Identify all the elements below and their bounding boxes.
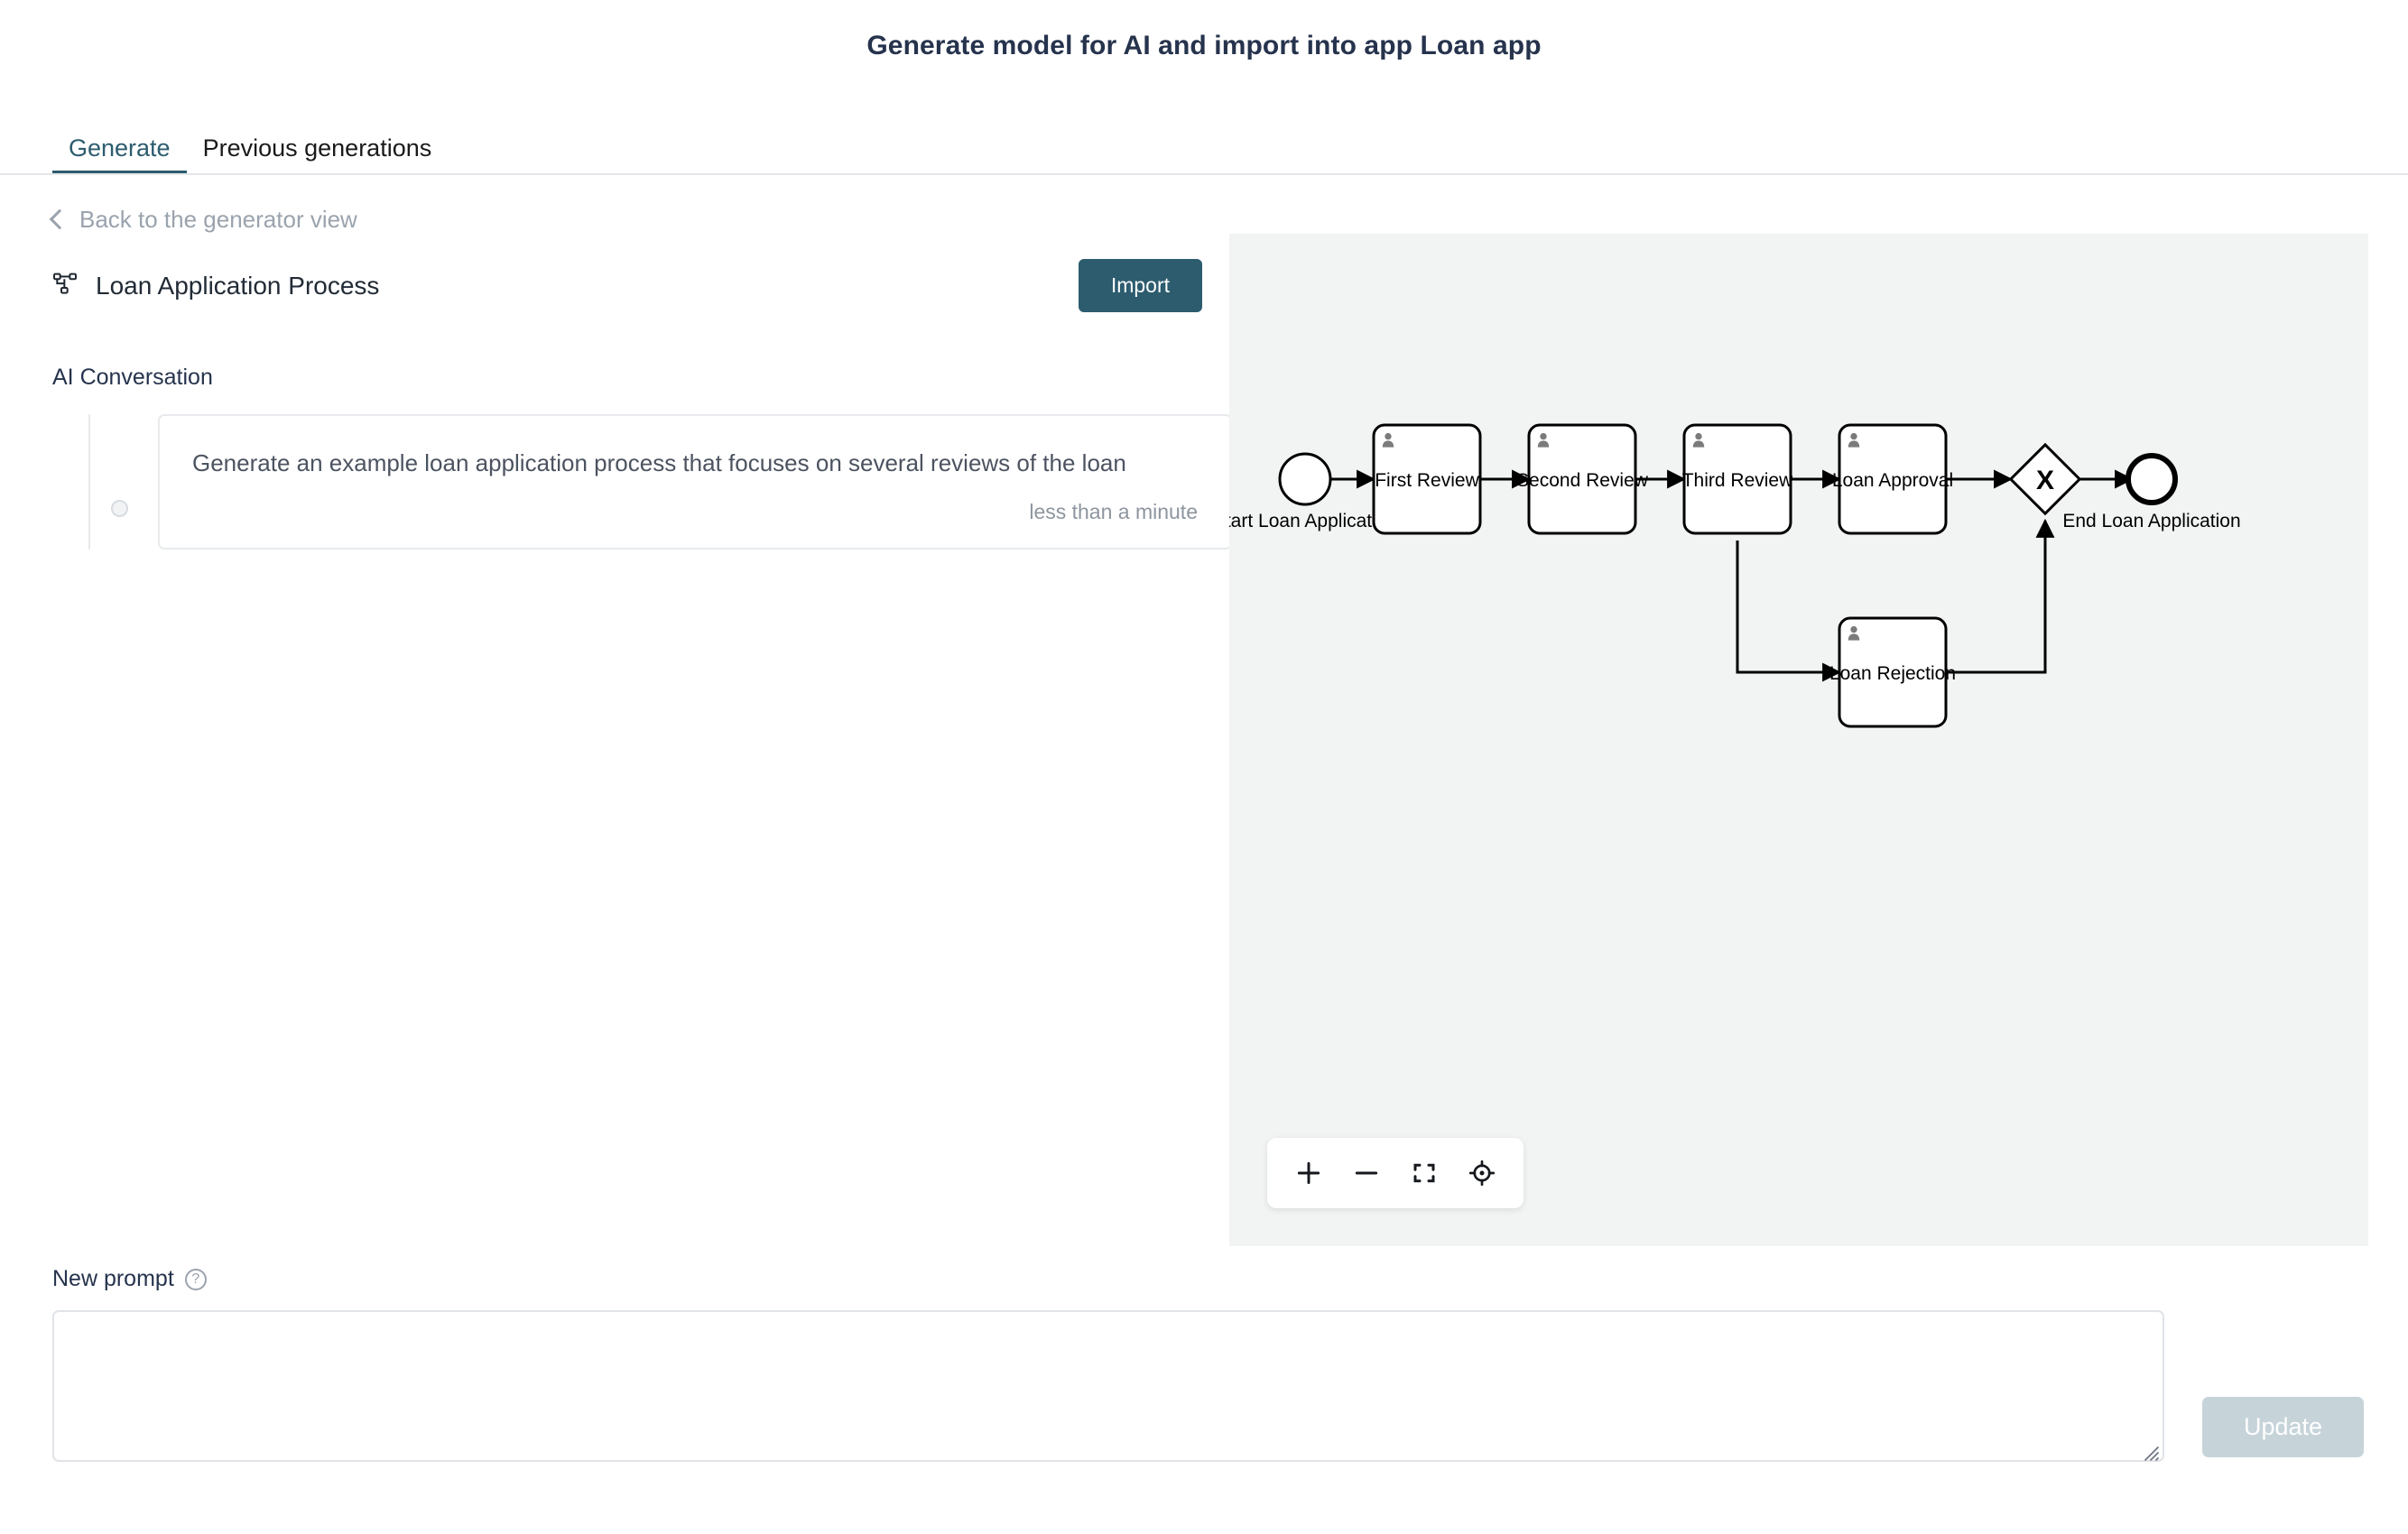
exclusive-gateway-node[interactable]: X (2011, 445, 2079, 513)
update-button[interactable]: Update (2202, 1397, 2364, 1457)
content-split: Loan Application Process Import AI Conve… (0, 234, 2408, 1246)
model-title: Loan Application Process (52, 272, 379, 300)
bpmn-diagram: Start Loan Application First Review (1229, 234, 2368, 1246)
task-loan-rejection-label: Loan Rejection (1829, 663, 1956, 684)
tab-previous-generations-label: Previous generations (203, 134, 432, 162)
task-first-review-label: First Review (1375, 470, 1479, 491)
back-link-label: Back to the generator view (79, 206, 357, 234)
task-second-review[interactable]: Second Review (1516, 425, 1649, 533)
task-loan-approval[interactable]: Loan Approval (1832, 425, 1953, 533)
right-panel: Start Loan Application First Review (1229, 234, 2408, 1246)
tab-bar: Generate Previous generations (0, 123, 2408, 175)
center-view-icon[interactable] (1453, 1147, 1511, 1199)
task-loan-rejection[interactable]: Loan Rejection (1829, 618, 1956, 726)
tab-bar-divider (0, 173, 2408, 175)
left-panel: Loan Application Process Import AI Conve… (0, 234, 1229, 1246)
import-button[interactable]: Import (1079, 259, 1202, 312)
back-to-generator-view-link[interactable]: Back to the generator view (0, 175, 357, 234)
new-prompt-row: Update (52, 1310, 2408, 1466)
task-second-review-label: Second Review (1516, 470, 1649, 491)
model-name: Loan Application Process (96, 272, 379, 300)
flow-third-to-rejection (1737, 541, 1839, 672)
end-event-label: End Loan Application (2062, 511, 2240, 531)
start-event-label: Start Loan Application (1229, 511, 1397, 531)
ai-conversation-label: AI Conversation (52, 365, 1202, 391)
process-diagram-icon (52, 272, 81, 300)
conversation-message: Generate an example loan application pro… (158, 414, 1232, 550)
model-header-row: Loan Application Process Import (52, 259, 1202, 312)
new-prompt-label: New prompt (52, 1266, 174, 1292)
start-event-node[interactable] (1280, 454, 1330, 504)
task-first-review[interactable]: First Review (1374, 425, 1480, 533)
new-prompt-label-row: New prompt ? (52, 1266, 2408, 1292)
zoom-out-icon[interactable] (1338, 1147, 1395, 1199)
conversation-message-text: Generate an example loan application pro… (192, 447, 1198, 480)
task-third-review-label: Third Review (1682, 470, 1793, 491)
end-event-node[interactable] (2128, 456, 2175, 503)
tab-generate-label: Generate (69, 134, 171, 162)
tab-previous-generations[interactable]: Previous generations (187, 136, 449, 175)
help-circle-icon[interactable]: ? (185, 1269, 207, 1290)
bpmn-canvas[interactable]: Start Loan Application First Review (1229, 234, 2368, 1246)
tab-generate[interactable]: Generate (52, 136, 187, 175)
page-title: Generate model for AI and import into ap… (0, 0, 2408, 61)
chevron-left-icon (50, 208, 70, 229)
conversation-message-timestamp: less than a minute (192, 500, 1198, 524)
ai-conversation-list: Generate an example loan application pro… (52, 414, 1202, 550)
new-prompt-section: New prompt ? Update (0, 1246, 2408, 1466)
fit-to-screen-icon[interactable] (1395, 1147, 1453, 1199)
exclusive-gateway-label: X (2036, 466, 2054, 495)
zoom-in-icon[interactable] (1280, 1147, 1338, 1199)
canvas-toolbar (1267, 1138, 1524, 1208)
conversation-timeline-dot (111, 500, 128, 517)
new-prompt-input[interactable] (52, 1310, 2164, 1462)
conversation-timeline-rail (88, 414, 90, 550)
flow-rejection-to-gateway (1946, 521, 2045, 672)
task-third-review[interactable]: Third Review (1682, 425, 1793, 533)
task-loan-approval-label: Loan Approval (1832, 470, 1953, 491)
